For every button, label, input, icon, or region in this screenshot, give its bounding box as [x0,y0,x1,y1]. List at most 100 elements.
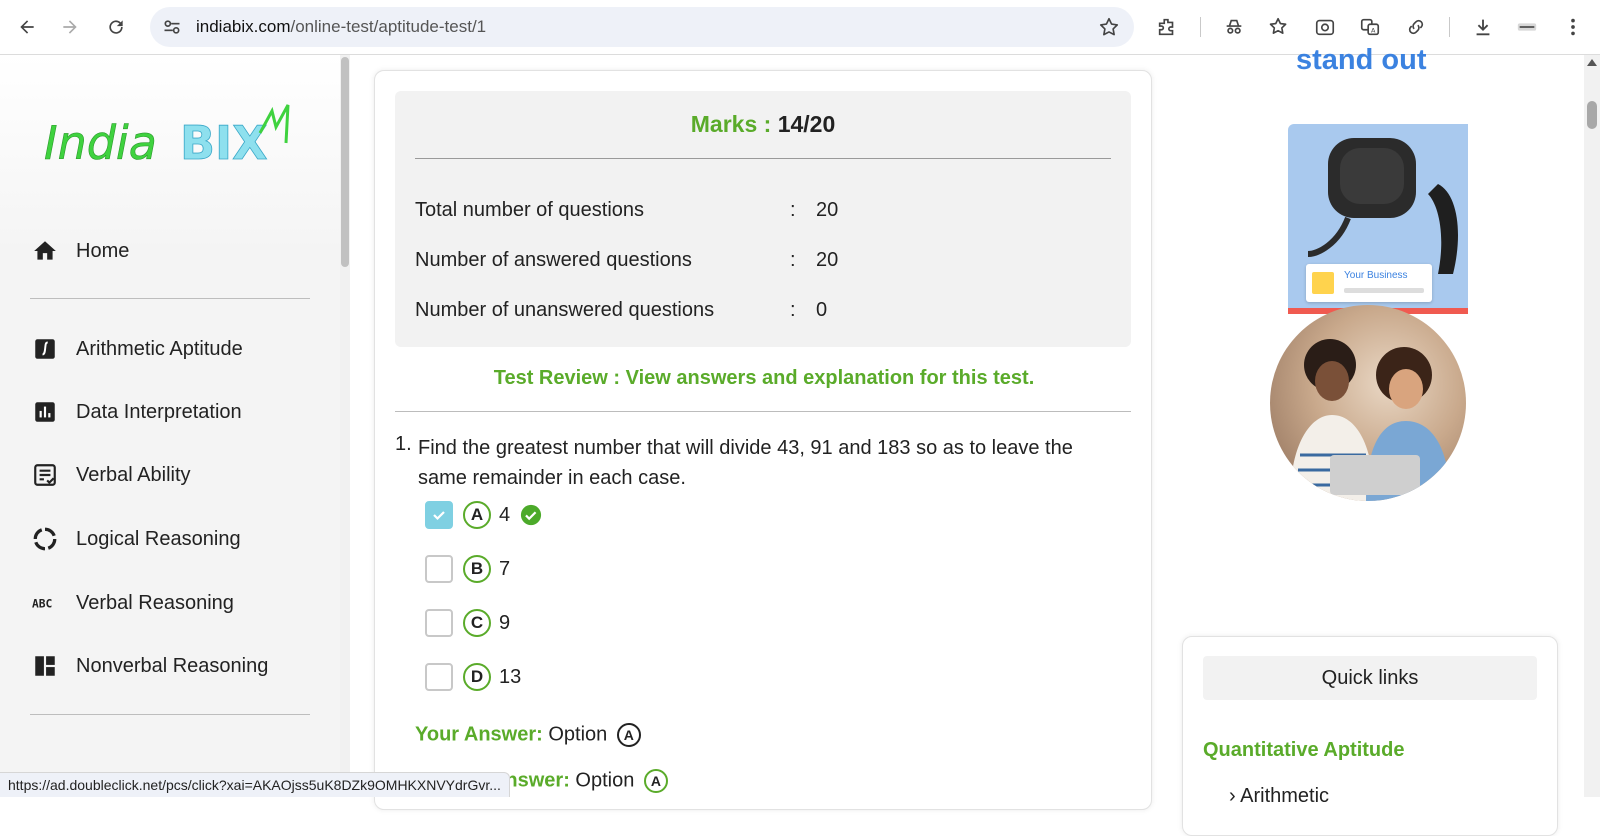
favorites-button[interactable] [1266,14,1292,40]
summary-row-separator: : [790,249,796,271]
your-answer-text: Option [548,723,608,746]
circle-arrows-icon [30,524,60,554]
option-checkbox[interactable] [425,609,453,637]
arrow-right-icon [63,20,77,34]
sidebar-item-label: Verbal Reasoning [76,591,234,614]
option-b[interactable]: B 7 [425,554,510,584]
sidebar-item-verbal-reasoning[interactable]: ABC Verbal Reasoning [30,583,310,623]
incognito-icon [1226,19,1242,34]
summary-divider [415,158,1111,159]
quick-link-label: Arithmetic [1240,785,1330,807]
option-c[interactable]: C 9 [425,608,510,638]
profile-button[interactable] [1514,14,1540,40]
integral-icon [30,334,60,364]
copy-link-button[interactable] [1403,14,1429,40]
svg-text:BIX: BIX [180,116,268,170]
option-checkbox[interactable] [425,663,453,691]
star-list-icon [1269,17,1287,34]
quick-links-title: Quick links [1203,656,1537,700]
your-answer: Your Answer: Option A [415,723,641,747]
sidebar-item-logical-reasoning[interactable]: Logical Reasoning [30,519,310,559]
people-illustration-icon [1290,339,1450,501]
sidebar-item-nonverbal-reasoning[interactable]: Nonverbal Reasoning [30,646,310,686]
puzzle-icon [1158,18,1174,36]
url-text: indiabix.com/online-test/aptitude-test/1 [196,17,487,36]
summary-row-label: Total number of questions [415,199,645,221]
link-icon [1408,19,1424,35]
sidebar-item-label: Verbal Ability [76,463,191,486]
summary-row-separator: : [790,199,796,221]
incognito-button[interactable] [1221,14,1247,40]
summary-row-label: Number of unanswered questions [415,299,715,321]
ad-tag-bar [1344,288,1424,293]
test-review-link[interactable]: Test Review : View answers and explanati… [375,367,1153,390]
correct-answer-letter: A [643,769,668,793]
sidebar-item-label: Logical Reasoning [76,527,241,550]
arrow-left-icon [20,20,34,34]
sidebar-item-verbal-ability[interactable]: Verbal Ability [30,455,310,495]
translate-button[interactable]: A [1357,14,1383,40]
quick-links-section[interactable]: Quantitative Aptitude [1203,739,1404,762]
address-bar[interactable]: indiabix.com/online-test/aptitude-test/1 [150,7,1134,47]
sidebar-scrollbar-thumb[interactable] [341,57,349,267]
page-scrollbar[interactable] [1584,55,1600,797]
marks-value: 14/20 [777,111,836,137]
sidebar-item-data-interpretation[interactable]: Data Interpretation [30,392,310,432]
abc-icon: ABC [30,588,60,618]
ad-headline[interactable]: stand out [1296,44,1427,77]
summary-row-value: 0 [816,299,828,321]
bookmark-star-icon[interactable] [1098,16,1120,38]
ad-business-tag: Your Business [1306,264,1432,302]
question-text: Find the greatest number that will divid… [418,437,1073,489]
document-check-icon [30,460,60,490]
page-scrollbar-thumb[interactable] [1587,101,1597,129]
sidebar-item-label: Arithmetic Aptitude [76,337,243,360]
scroll-up-arrow-icon[interactable] [1587,59,1597,66]
correct-answer-text: Option [575,769,635,792]
screenshot-button[interactable] [1312,14,1338,40]
option-letter: B [463,555,491,583]
svg-text:India: India [44,116,157,170]
marks-label: Marks : [690,111,772,137]
reload-icon [109,20,123,34]
back-button[interactable] [12,12,42,42]
extensions-button[interactable] [1154,14,1180,40]
checkmark-icon [433,511,445,521]
sidebar-scrollbar[interactable] [340,55,350,797]
summary-row-value: 20 [816,199,839,221]
option-checkbox[interactable] [425,501,453,529]
sidebar-item-arithmetic-aptitude[interactable]: Arithmetic Aptitude [30,329,310,369]
content-divider [395,411,1131,412]
quick-links-card: Quick links Quantitative Aptitude › Arit… [1182,636,1558,836]
option-value: 9 [499,611,511,634]
sidebar-item-home[interactable]: Home [30,231,310,271]
forward-button[interactable] [55,12,85,42]
option-a[interactable]: A 4 [425,500,542,530]
translate-icon: A [1360,18,1380,36]
option-d[interactable]: D 13 [425,662,521,692]
option-letter: C [463,609,491,637]
your-answer-label: Your Answer: [415,723,543,746]
option-value: 13 [499,665,522,688]
question-number: 1. [395,433,412,455]
your-answer-letter: A [616,723,641,747]
home-icon [30,236,60,266]
toolbar-divider [1449,17,1450,37]
option-letter: A [463,501,491,529]
menu-button[interactable] [1560,14,1586,40]
sidebar-divider [30,714,310,715]
indiabix-logo[interactable]: India BIX [40,103,300,183]
toolbar-divider [1200,17,1201,37]
camera-icon [1315,19,1335,36]
ad-people-photo[interactable] [1270,305,1466,501]
option-letter: D [463,663,491,691]
site-settings-icon[interactable] [162,17,182,37]
reload-button[interactable] [101,12,131,42]
sidebar-item-label: Home [76,239,130,262]
bar-chart-icon [30,397,60,427]
score-summary: Marks : 14/20 Total number of questions … [395,91,1131,347]
dashboard-icon [30,651,60,681]
summary-row-value: 20 [816,249,839,271]
option-checkbox[interactable] [425,555,453,583]
downloads-button[interactable] [1470,14,1496,40]
